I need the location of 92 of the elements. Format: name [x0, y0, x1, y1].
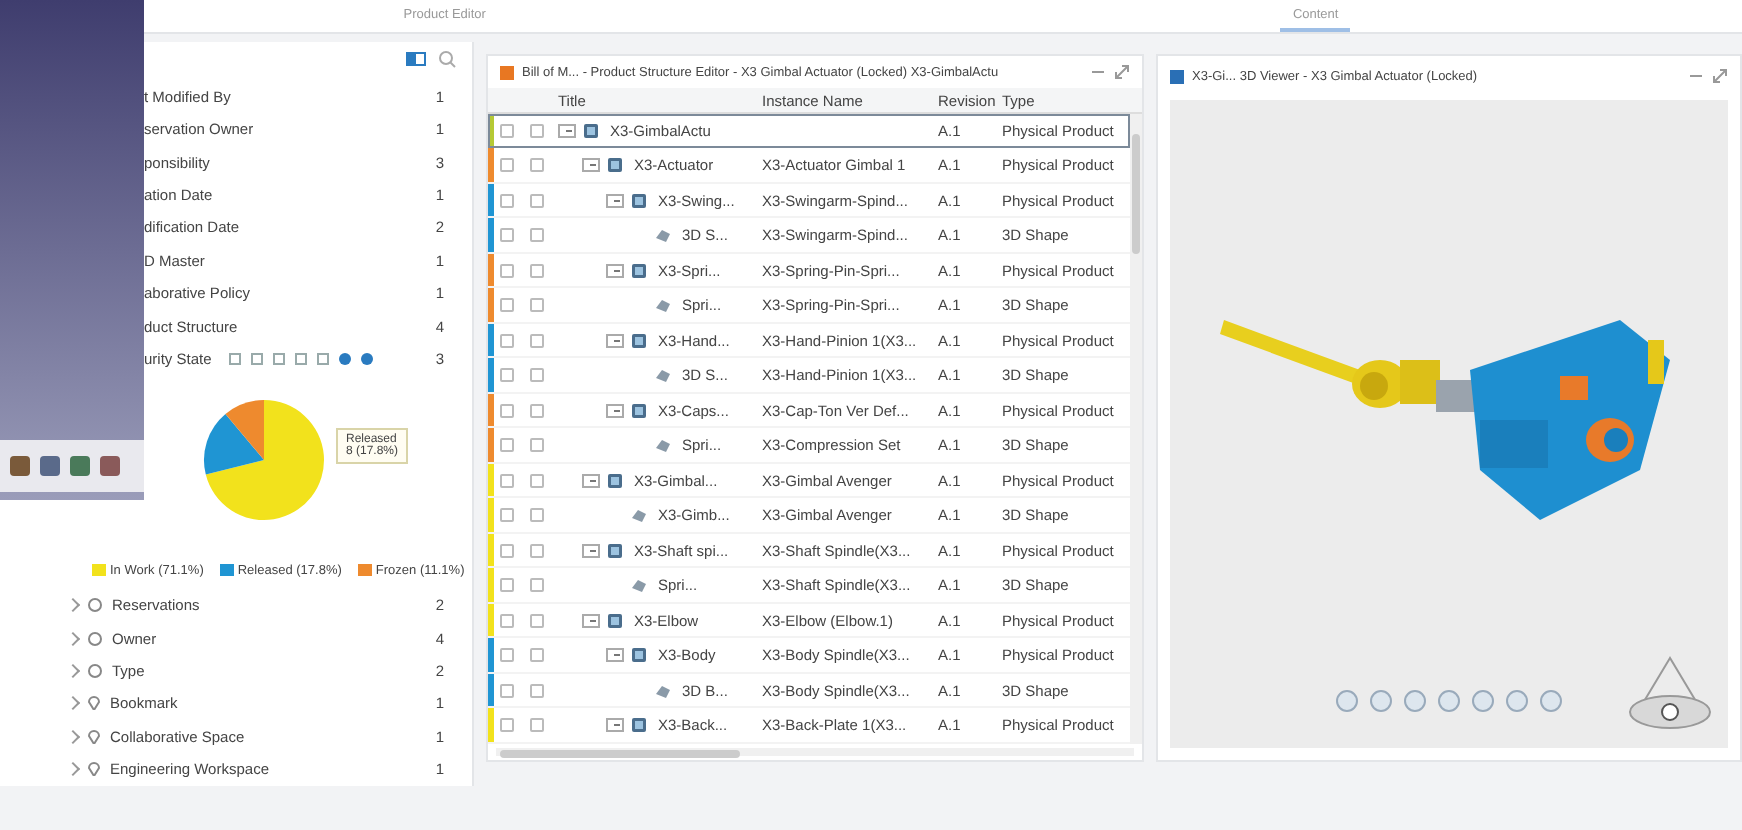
status-icon — [500, 263, 514, 278]
lock-icon — [530, 438, 544, 453]
toolbar-icon[interactable] — [98, 454, 122, 478]
collapse-toggle[interactable] — [558, 123, 576, 138]
product-icon — [606, 541, 624, 560]
status-icon — [500, 123, 514, 138]
status-icon — [500, 193, 514, 208]
viewer-tool-icon[interactable] — [1438, 690, 1460, 712]
lock-icon — [530, 473, 544, 488]
lock-icon — [530, 263, 544, 278]
group-icon — [88, 664, 102, 679]
status-icon — [500, 578, 514, 593]
lock-icon — [530, 543, 544, 558]
toolbar-icon[interactable] — [68, 454, 92, 478]
search-icon[interactable] — [438, 50, 456, 68]
collapse-toggle[interactable] — [606, 333, 624, 348]
panel-icon[interactable] — [406, 50, 426, 68]
shape-icon — [654, 296, 672, 315]
status-icon — [500, 543, 514, 558]
app-icon — [500, 65, 514, 80]
shape-icon — [654, 436, 672, 455]
pin-icon — [88, 696, 100, 711]
lock-icon — [530, 368, 544, 383]
collapse-toggle[interactable] — [606, 648, 624, 663]
viewer-tool-icon[interactable] — [1336, 690, 1358, 712]
maximize-icon[interactable] — [1712, 68, 1728, 84]
shape-icon — [630, 506, 648, 525]
scrollbar[interactable] — [496, 747, 1134, 756]
pie-slice[interactable] — [225, 399, 264, 460]
lock-icon — [530, 158, 544, 173]
app-icon — [1170, 69, 1184, 83]
product-icon — [630, 716, 648, 735]
shape-icon — [654, 366, 672, 385]
viewer-tool-icon[interactable] — [1506, 690, 1528, 712]
lock-icon — [530, 333, 544, 348]
lock-icon — [530, 683, 544, 698]
status-icon — [500, 718, 514, 733]
pin-icon — [88, 729, 100, 744]
product-icon — [630, 401, 648, 420]
collapse-toggle[interactable] — [582, 473, 600, 488]
group-icon — [88, 598, 102, 613]
status-icon — [500, 683, 514, 698]
status-icon — [500, 613, 514, 628]
lock-icon — [530, 228, 544, 243]
status-icon — [500, 438, 514, 453]
toolbar-icon[interactable] — [38, 454, 62, 478]
shape-icon — [630, 576, 648, 595]
status-icon — [500, 403, 514, 418]
viewer-tool-icon[interactable] — [1370, 690, 1392, 712]
toolbar-icon[interactable] — [8, 454, 32, 478]
status-icon — [500, 648, 514, 663]
collapse-toggle[interactable] — [606, 718, 624, 733]
lock-icon — [530, 193, 544, 208]
scrollbar[interactable] — [1130, 113, 1142, 744]
legend-swatch — [219, 564, 234, 577]
status-icon — [500, 158, 514, 173]
viewer-tool-icon[interactable] — [1540, 690, 1562, 712]
lock-icon — [530, 613, 544, 628]
lock-icon — [530, 123, 544, 138]
collapse-toggle[interactable] — [606, 403, 624, 418]
legend-swatch — [357, 564, 372, 577]
status-icon — [500, 298, 514, 313]
collapse-toggle[interactable] — [606, 193, 624, 208]
group-icon — [88, 631, 102, 646]
legend-swatch — [92, 564, 106, 577]
maximize-icon[interactable] — [1114, 64, 1130, 81]
pin-icon — [88, 762, 100, 777]
shape-icon — [654, 681, 672, 700]
product-icon — [606, 471, 624, 490]
collapse-toggle[interactable] — [606, 263, 624, 278]
lock-icon — [530, 508, 544, 523]
pie-slice[interactable] — [205, 399, 324, 520]
lock-icon — [530, 403, 544, 418]
pie-slice[interactable] — [204, 413, 264, 475]
viewer-tool-icon[interactable] — [1472, 690, 1494, 712]
collapse-toggle[interactable] — [582, 613, 600, 628]
lock-icon — [530, 648, 544, 663]
product-icon — [630, 331, 648, 350]
product-icon — [630, 261, 648, 280]
status-icon — [500, 473, 514, 488]
status-icon — [500, 508, 514, 523]
lock-icon — [530, 578, 544, 593]
status-icon — [500, 368, 514, 383]
viewer-tool-icon[interactable] — [1404, 690, 1426, 712]
lock-icon — [530, 718, 544, 733]
status-icon — [500, 228, 514, 243]
compass-drawing[interactable] — [1624, 652, 1716, 732]
lock-icon — [530, 298, 544, 313]
shape-icon — [654, 226, 672, 245]
collapse-toggle[interactable] — [582, 158, 600, 173]
collapse-toggle[interactable] — [582, 543, 600, 558]
status-icon — [500, 333, 514, 348]
